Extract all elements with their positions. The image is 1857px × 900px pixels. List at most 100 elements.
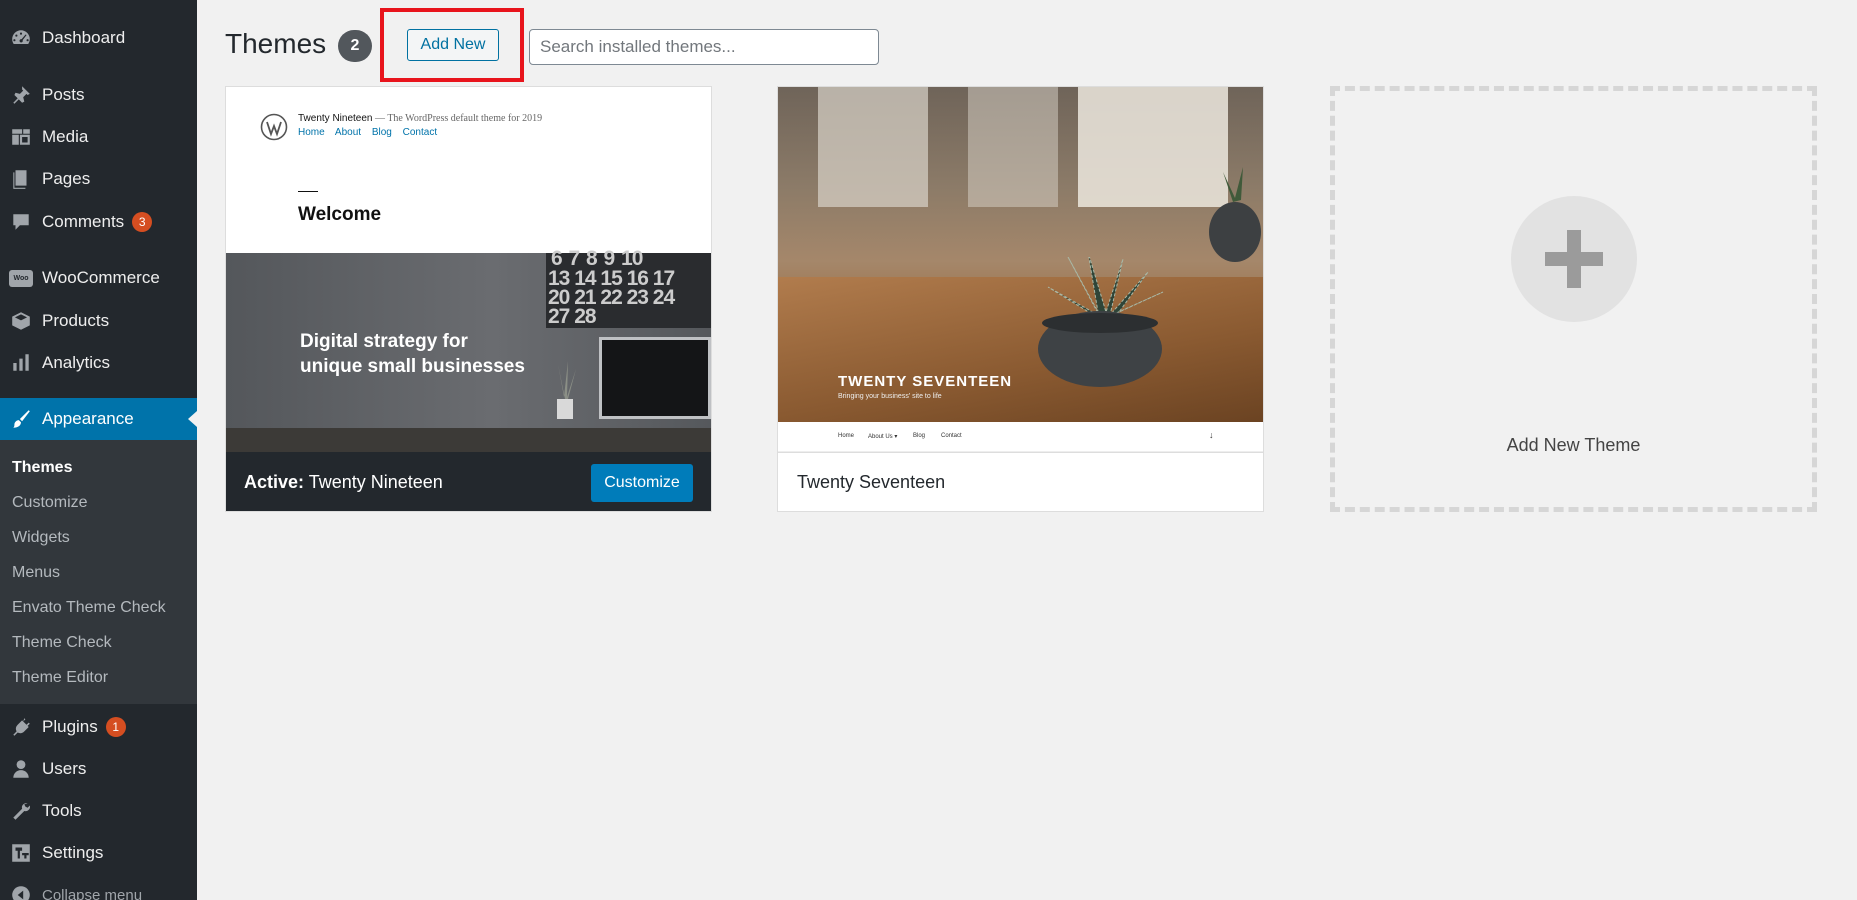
theme-name: Twenty Seventeen [797, 472, 946, 492]
add-new-theme-card[interactable]: Add New Theme [1330, 86, 1817, 512]
submenu-item-theme-editor[interactable]: Theme Editor [12, 669, 108, 687]
theme-card-footer: Active: Twenty Nineteen Customize [226, 452, 711, 511]
add-new-button[interactable]: Add New [407, 29, 499, 61]
submenu-item-themes[interactable]: Themes [12, 459, 72, 477]
preview-site-title: TWENTY SEVENTEEN [838, 373, 1013, 390]
bar-chart-icon [0, 352, 42, 374]
woocommerce-icon-text: Woo [9, 269, 33, 287]
preview-hero: 6 7 8 9 10 13 14 15 16 17 20 21 22 23 24… [226, 247, 711, 452]
user-icon [0, 758, 42, 780]
preview-succulent [1038, 257, 1164, 387]
submenu-item-customize[interactable]: Customize [12, 494, 88, 512]
pin-icon [0, 84, 42, 106]
wrench-icon [0, 800, 42, 822]
menu-label: Posts [42, 85, 85, 104]
menu-label: Plugins [42, 717, 98, 736]
menu-item-media[interactable]: Media [0, 116, 197, 158]
menu-label: Dashboard [42, 28, 126, 47]
appearance-submenu: Themes Customize Widgets Menus Envato Th… [0, 440, 197, 704]
preview-nav-item: Contact [402, 127, 438, 138]
preview-site-tagline: — The WordPress default theme for 2019 [375, 113, 543, 124]
preview-nav-item: Home [298, 127, 325, 138]
add-new-theme-label: Add New Theme [1506, 435, 1641, 455]
preview-site-name: Twenty Nineteen [298, 113, 373, 124]
collapse-icon [0, 884, 42, 900]
calendar-row: 27 28 [548, 305, 597, 328]
menu-item-plugins[interactable]: Plugins 1 [0, 706, 197, 748]
preview-window [818, 87, 928, 207]
menu-label: Products [42, 311, 110, 330]
preview-side-plant [1209, 167, 1261, 262]
woocommerce-icon: Woo [0, 269, 42, 287]
menu-item-pages[interactable]: Pages [0, 158, 197, 200]
admin-sidebar: Dashboard Posts Media Pages Comments 3 W… [0, 0, 197, 900]
theme-card-twenty-nineteen[interactable]: Twenty Nineteen — The WordPress default … [225, 86, 712, 512]
menu-item-products[interactable]: Products [0, 300, 197, 342]
preview-nav: Home About Us ▾ Blog Contact ↓ [778, 422, 1263, 452]
menu-label: Comments [42, 212, 125, 231]
menu-item-appearance[interactable]: Appearance [0, 398, 197, 440]
submenu-item-envato-theme-check[interactable]: Envato Theme Check [12, 599, 166, 617]
preview-nav-item: About [334, 127, 362, 138]
menu-item-tools[interactable]: Tools [0, 790, 197, 832]
menu-label: Collapse menu [42, 886, 143, 900]
theme-screenshot[interactable]: Twenty Nineteen — The WordPress default … [226, 87, 711, 452]
theme-card-footer: Twenty Seventeen [778, 452, 1263, 511]
preview-window [968, 87, 1058, 207]
active-theme-label: Active: Twenty Nineteen [244, 472, 443, 493]
menu-item-comments[interactable]: Comments 3 [0, 201, 197, 243]
submenu-item-theme-check[interactable]: Theme Check [12, 634, 112, 652]
search-themes-input[interactable] [529, 29, 879, 65]
customize-button[interactable]: Customize [591, 464, 693, 502]
plug-icon [0, 716, 42, 738]
plus-icon [1545, 230, 1603, 288]
page-title: Themes [225, 28, 327, 59]
dashboard-icon [0, 27, 42, 49]
active-prefix: Active: [244, 471, 305, 492]
theme-name: Twenty Nineteen [308, 471, 443, 492]
hero-line: Digital strategy for [300, 331, 468, 352]
preview-monitor [599, 337, 711, 419]
menu-label: Settings [42, 843, 104, 862]
preview-calendar: 6 7 8 9 10 13 14 15 16 17 20 21 22 23 24… [546, 247, 711, 328]
preview-site-tagline: Bringing your business' site to life [838, 393, 942, 400]
submenu-item-widgets[interactable]: Widgets [12, 529, 70, 547]
submenu-item-menus[interactable]: Menus [12, 564, 60, 582]
preview-table [778, 277, 1263, 422]
hero-line: unique small businesses [300, 356, 525, 377]
theme-card-twenty-seventeen[interactable]: TWENTY SEVENTEEN Bringing your business'… [777, 86, 1264, 512]
menu-item-users[interactable]: Users [0, 748, 197, 790]
menu-item-woocommerce[interactable]: Woo WooCommerce [0, 257, 197, 299]
menu-item-dashboard[interactable]: Dashboard [0, 17, 197, 59]
preview-nav-item: Blog [913, 433, 926, 439]
active-menu-arrow [188, 411, 197, 427]
menu-item-collapse[interactable]: Collapse menu [0, 874, 197, 900]
pages-icon [0, 168, 42, 190]
comments-count-badge: 3 [132, 212, 153, 232]
paintbrush-icon [0, 408, 42, 430]
menu-label: Pages [42, 169, 91, 188]
preview-nav-item: About Us ▾ [868, 434, 898, 440]
scroll-down-arrow-icon: ↓ [1209, 430, 1214, 440]
settings-icon [0, 842, 42, 864]
menu-label: Tools [42, 801, 82, 820]
media-icon [0, 126, 42, 148]
menu-item-analytics[interactable]: Analytics [0, 342, 197, 384]
menu-item-posts[interactable]: Posts [0, 74, 197, 116]
comment-icon [0, 211, 42, 233]
preview-heading: Welcome [298, 204, 382, 225]
theme-screenshot[interactable]: TWENTY SEVENTEEN Bringing your business'… [778, 87, 1263, 452]
preview-desk [226, 428, 711, 452]
menu-label: Appearance [42, 409, 134, 428]
wordpress-logo-icon [260, 113, 288, 141]
preview-nav: Home About Blog Contact [298, 127, 445, 138]
box-icon [0, 310, 42, 332]
preview-divider [298, 191, 318, 192]
menu-label: WooCommerce [42, 268, 160, 287]
preview-plant [557, 361, 576, 419]
menu-label: Analytics [42, 353, 111, 372]
preview-hero-text: Digital strategy for unique small busine… [300, 329, 550, 379]
menu-item-settings[interactable]: Settings [0, 832, 197, 874]
add-theme-circle [1511, 196, 1637, 322]
preview-nav-item: Home [838, 433, 855, 439]
